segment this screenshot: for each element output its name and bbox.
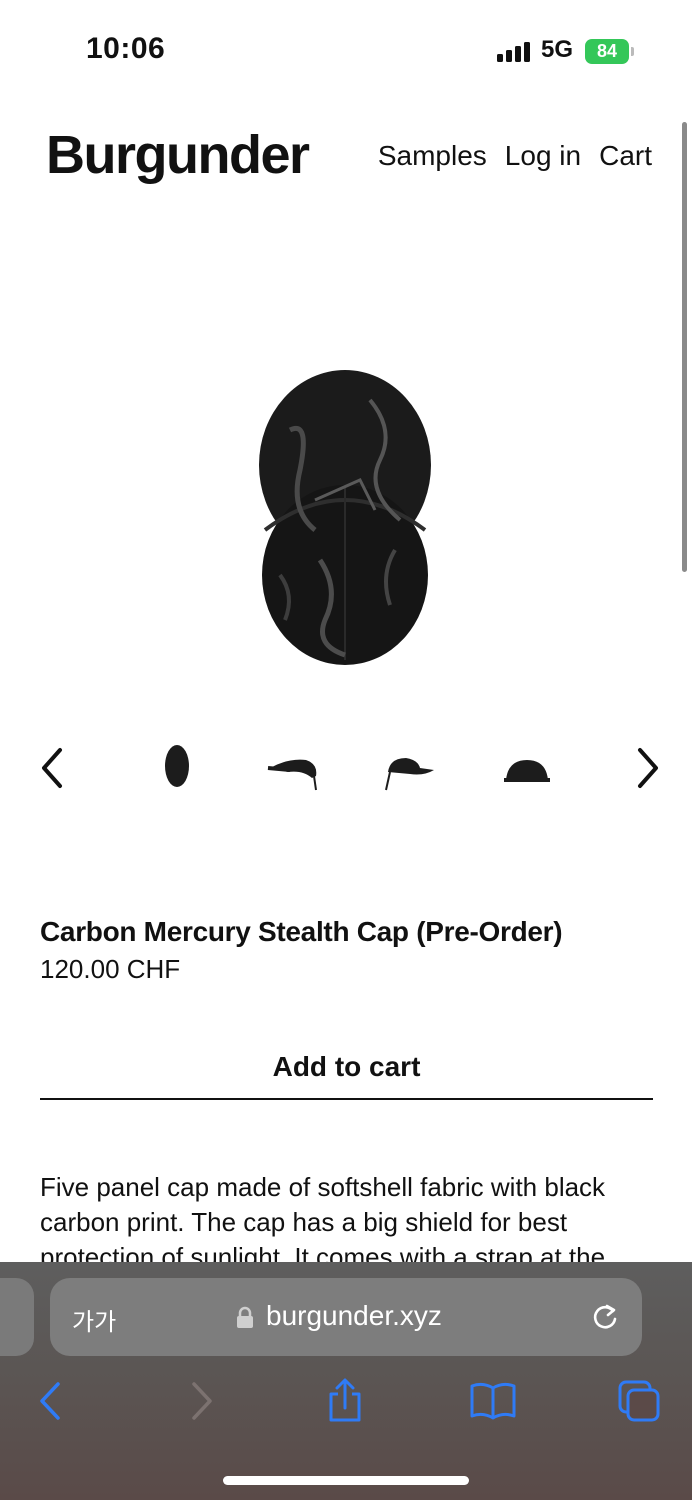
product-description: Five panel cap made of softshell fabric …	[40, 1172, 606, 1272]
status-time: 10:06	[86, 32, 166, 65]
address-bar[interactable]: 가가 burgunder.xyz	[50, 1278, 642, 1356]
page-scrollbar[interactable]	[682, 122, 687, 572]
tabs-icon[interactable]	[616, 1378, 662, 1424]
nav-login[interactable]: Log in	[505, 140, 581, 172]
chevron-left-icon[interactable]	[34, 744, 74, 792]
main-nav: Samples Log in Cart	[378, 140, 652, 172]
book-icon[interactable]	[468, 1378, 516, 1424]
status-bar: 10:06 5G 84	[0, 0, 692, 100]
thumbnail-4[interactable]	[492, 738, 562, 798]
product-price: 120.00 CHF	[40, 954, 181, 984]
network-type: 5G	[541, 36, 574, 63]
text-size-button[interactable]: 가가	[72, 1302, 116, 1337]
battery-icon: 84	[585, 39, 635, 64]
previous-tab-preview[interactable]	[0, 1278, 34, 1356]
thumbnail-1[interactable]	[142, 738, 212, 798]
nav-cart[interactable]: Cart	[599, 140, 652, 172]
product-title: Carbon Mercury Stealth Cap (Pre-Order)	[40, 916, 563, 947]
battery-level: 84	[585, 39, 629, 64]
home-indicator[interactable]	[223, 1476, 469, 1485]
back-icon[interactable]	[30, 1378, 76, 1424]
chevron-right-icon[interactable]	[628, 744, 668, 792]
forward-icon[interactable]	[178, 1378, 224, 1424]
browser-toolbar: 가가 burgunder.xyz	[0, 1262, 692, 1500]
product-main-image[interactable]	[220, 360, 470, 680]
thumbnail-3[interactable]	[374, 738, 444, 798]
reload-icon[interactable]	[590, 1302, 620, 1332]
add-to-cart-button[interactable]: Add to cart	[40, 1036, 653, 1100]
share-icon[interactable]	[322, 1378, 368, 1424]
thumbnail-carousel	[0, 730, 692, 810]
url-text[interactable]: burgunder.xyz	[266, 1300, 442, 1332]
site-logo[interactable]: Burgunder	[46, 124, 310, 186]
thumbnail-2[interactable]	[258, 738, 328, 798]
cellular-signal-icon	[497, 42, 533, 62]
nav-samples[interactable]: Samples	[378, 140, 487, 172]
lock-icon	[236, 1306, 254, 1328]
site-header: Burgunder Samples Log in Cart	[0, 110, 692, 200]
